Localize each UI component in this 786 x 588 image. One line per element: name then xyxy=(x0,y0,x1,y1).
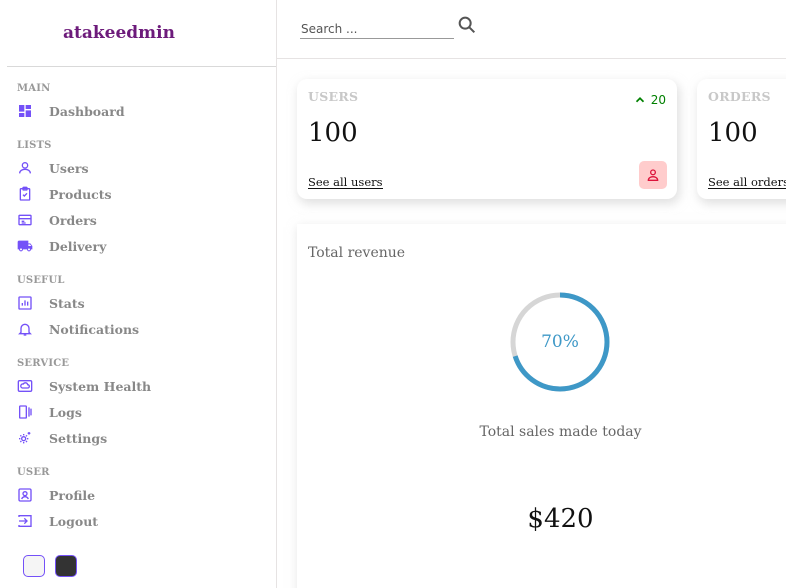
sidebar-item-notifications[interactable]: Notifications xyxy=(17,316,276,342)
dashboard-icon xyxy=(17,103,33,119)
sidebar-item-label: Users xyxy=(49,160,89,176)
featured-subtitle: Total sales made today xyxy=(479,424,642,440)
widget-orders: ORDERS 100 See all orders xyxy=(697,79,786,199)
see-all-users-link[interactable]: See all users xyxy=(308,176,383,189)
chevron-up-icon xyxy=(635,97,644,103)
sidebar-item-label: Products xyxy=(49,186,112,202)
sidebar-item-label: Settings xyxy=(49,430,108,446)
dark-theme-button[interactable] xyxy=(55,555,77,577)
sidebar-item-label: Stats xyxy=(49,295,85,311)
search-icon[interactable] xyxy=(456,14,478,36)
sidebar-item-settings[interactable]: Settings xyxy=(17,425,276,451)
progress-ring: 70% xyxy=(510,292,610,392)
featured-amount: $420 xyxy=(527,504,594,534)
widget-title: USERS xyxy=(308,89,359,104)
user-icon xyxy=(17,160,33,176)
widget-percentage: 20 xyxy=(633,93,666,107)
section-title-service: SERVICE xyxy=(17,358,70,369)
sidebar-item-label: Delivery xyxy=(49,238,107,254)
sidebar-item-delivery[interactable]: Delivery xyxy=(17,233,276,259)
section-title-user: USER xyxy=(17,467,50,478)
theme-color-options xyxy=(23,555,77,577)
section-title-useful: USEFUL xyxy=(17,275,65,286)
topbar xyxy=(277,0,786,59)
see-all-orders-link[interactable]: See all orders xyxy=(708,176,786,189)
cloud-icon xyxy=(17,378,33,394)
sidebar-item-label: Profile xyxy=(49,487,96,503)
section-title-lists: LISTS xyxy=(17,140,52,151)
sidebar-item-profile[interactable]: Profile xyxy=(17,482,276,508)
logs-icon xyxy=(17,404,33,420)
percentage-value: 20 xyxy=(650,93,666,107)
widget-count: 100 xyxy=(308,118,358,148)
sidebar-item-orders[interactable]: Orders xyxy=(17,207,276,233)
truck-icon xyxy=(17,238,33,254)
bell-icon xyxy=(17,321,33,337)
sidebar-nav: MAIN Dashboard LISTS Users Products Orde… xyxy=(0,83,276,534)
sidebar-item-stats[interactable]: Stats xyxy=(17,290,276,316)
widget-users: USERS 100 See all users 20 xyxy=(297,79,677,199)
widget-count: 100 xyxy=(708,118,758,148)
sidebar: atakeedmin MAIN Dashboard LISTS Users Pr… xyxy=(0,0,277,588)
sidebar-item-label: Orders xyxy=(49,212,97,228)
bar-chart-icon xyxy=(17,295,33,311)
sidebar-item-dashboard[interactable]: Dashboard xyxy=(17,98,276,124)
sidebar-item-label: Logout xyxy=(49,513,99,529)
sidebar-item-label: Notifications xyxy=(49,321,140,337)
sidebar-item-logout[interactable]: Logout xyxy=(17,508,276,534)
person-icon xyxy=(639,161,667,189)
gear-icon xyxy=(17,430,33,446)
progress-label: 70% xyxy=(541,332,579,352)
featured-revenue: Total revenue 70% Total sales made today… xyxy=(297,224,786,588)
sidebar-item-label: System Health xyxy=(49,378,152,394)
section-title-main: MAIN xyxy=(17,83,51,94)
sidebar-brand: atakeedmin xyxy=(7,0,276,67)
sidebar-item-label: Dashboard xyxy=(49,103,125,119)
brand-logo[interactable]: atakeedmin xyxy=(63,23,175,43)
sidebar-item-users[interactable]: Users xyxy=(17,155,276,181)
sidebar-item-products[interactable]: Products xyxy=(17,181,276,207)
sidebar-item-label: Logs xyxy=(49,404,82,420)
clipboard-icon xyxy=(17,186,33,202)
light-theme-button[interactable] xyxy=(23,555,45,577)
profile-icon xyxy=(17,487,33,503)
credit-card-icon xyxy=(17,212,33,228)
sidebar-item-system-health[interactable]: System Health xyxy=(17,373,276,399)
widget-title: ORDERS xyxy=(708,89,771,104)
logout-icon xyxy=(17,513,33,529)
search-input[interactable] xyxy=(300,19,454,39)
featured-title: Total revenue xyxy=(308,245,406,261)
sidebar-item-logs[interactable]: Logs xyxy=(17,399,276,425)
search-bar xyxy=(300,16,478,39)
